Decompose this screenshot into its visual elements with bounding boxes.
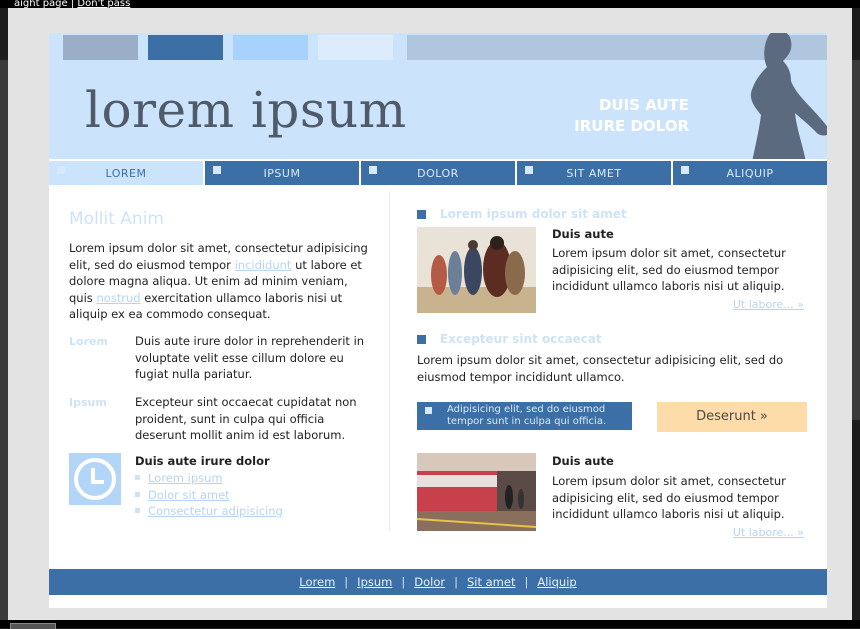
section-2-title: Excepteur sint occaecat	[440, 332, 602, 346]
color-swatch-2	[148, 35, 223, 60]
nav-item-ipsum[interactable]: IPSUM	[205, 161, 359, 185]
background-left	[0, 60, 8, 620]
color-swatch-1	[63, 35, 138, 60]
nav-item-sit-amet[interactable]: SIT AMET	[517, 161, 671, 185]
tagline-line-1: DUIS AUTE	[598, 96, 689, 114]
top-link[interactable]: Don't pass	[77, 0, 130, 8]
left-column-title: Mollit Anim	[69, 209, 164, 229]
article-1-text: Lorem ipsum dolor sit amet, consectetur …	[552, 246, 786, 293]
term-label-ipsum: Ipsum	[69, 396, 107, 409]
intro-link-nostrud[interactable]: nostrud	[96, 291, 140, 305]
site-logo[interactable]: lorem ipsum	[85, 85, 407, 135]
footer-separator: |	[344, 575, 349, 589]
section-1-title: Lorem ipsum dolor sit amet	[440, 207, 627, 221]
nav-label: DOLOR	[417, 167, 459, 180]
sub-link-dolor-sit-amet[interactable]: Dolor sit amet	[148, 488, 230, 502]
nav-bullet-icon	[525, 166, 533, 174]
heading-square-icon	[417, 335, 426, 344]
subway-train-photo	[417, 453, 536, 531]
info-box: Adipisicing elit, sed do eiusmod tempor …	[417, 402, 632, 430]
footer-separator: |	[401, 575, 406, 589]
bullet-icon	[135, 508, 140, 513]
term-text-ipsum: Excepteur sint occaecat cupidatat non pr…	[135, 395, 357, 442]
bottom-status-bar	[0, 620, 860, 629]
main-nav: LOREM IPSUM DOLOR SIT AMET ALIQUIP	[49, 161, 827, 185]
nav-item-dolor[interactable]: DOLOR	[361, 161, 515, 185]
info-box-square-icon	[425, 407, 432, 414]
sub-link-consectetur[interactable]: Consectetur adipisicing	[148, 504, 283, 518]
list-item: Dolor sit amet	[135, 487, 283, 504]
article-2-text: Lorem ipsum dolor sit amet, consectetur …	[552, 474, 786, 521]
article-1-title: Duis aute	[552, 227, 614, 241]
top-link-bar: aight page | Don't pass	[0, 0, 860, 8]
nav-bullet-icon	[57, 166, 65, 174]
footer-separator: |	[454, 575, 458, 589]
site-header: lorem ipsum DUIS AUTE IRURE DOLOR	[49, 33, 827, 159]
nav-label: LOREM	[105, 167, 147, 180]
article-2-title: Duis aute	[552, 454, 614, 468]
header-tagline: DUIS AUTE IRURE DOLOR	[549, 95, 689, 137]
list-item: Lorem ipsum	[135, 470, 283, 487]
bullet-icon	[135, 475, 140, 480]
people-walking-photo	[417, 227, 536, 313]
heading-square-icon	[417, 210, 426, 219]
sub-link-list: Lorem ipsum Dolor sit amet Consectetur a…	[135, 470, 283, 520]
intro-link-incididunt[interactable]: incididunt	[235, 258, 292, 272]
footer-link-ipsum[interactable]: Ipsum	[357, 575, 392, 589]
footer-link-sit-amet[interactable]: Sit amet	[467, 575, 516, 589]
top-link-prefix: aight page |	[14, 0, 75, 8]
footer-link-lorem[interactable]: Lorem	[299, 575, 335, 589]
column-divider	[389, 191, 390, 531]
woman-silhouette-image	[750, 33, 827, 159]
list-item: Consectetur adipisicing	[135, 503, 283, 520]
footer-link-dolor[interactable]: Dolor	[414, 575, 445, 589]
nav-item-aliquip[interactable]: ALIQUIP	[673, 161, 827, 185]
template-page: lorem ipsum DUIS AUTE IRURE DOLOR LOREM …	[49, 33, 827, 608]
deserunt-button[interactable]: Deserunt »	[657, 402, 807, 432]
article-2-more-link[interactable]: Ut labore... »	[679, 526, 804, 539]
tagline-line-2: IRURE DOLOR	[574, 117, 689, 135]
sub-link-lorem-ipsum[interactable]: Lorem ipsum	[148, 471, 223, 485]
color-swatch-4	[318, 35, 393, 60]
article-1-more-link[interactable]: Ut labore... »	[679, 298, 804, 311]
info-box-text: Adipisicing elit, sed do eiusmod tempor …	[447, 404, 607, 427]
intro-paragraph: Lorem ipsum dolor sit amet, consectetur …	[69, 240, 369, 323]
nav-bullet-icon	[213, 166, 221, 174]
site-footer: Lorem | Ipsum | Dolor | Sit amet | Aliquip	[49, 569, 827, 595]
nav-bullet-icon	[681, 166, 689, 174]
right-section-2-heading: Excepteur sint occaecat	[417, 332, 602, 346]
nav-label: SIT AMET	[566, 167, 622, 180]
footer-link-aliquip[interactable]: Aliquip	[537, 575, 576, 589]
color-swatch-3	[233, 35, 308, 60]
term-text-lorem: Duis aute irure dolor in reprehenderit i…	[135, 334, 365, 381]
nav-label: IPSUM	[263, 167, 301, 180]
bullet-icon	[135, 491, 140, 497]
nav-label: ALIQUIP	[726, 167, 774, 180]
right-section-1-heading: Lorem ipsum dolor sit amet	[417, 207, 627, 221]
term-label-lorem: Lorem	[69, 335, 108, 348]
sub-section-title: Duis aute irure dolor	[135, 454, 270, 468]
nav-bullet-icon	[369, 166, 377, 174]
bottom-tab-handle[interactable]	[10, 623, 56, 629]
clock-icon	[69, 453, 121, 505]
background-right	[852, 60, 860, 420]
footer-separator: |	[524, 575, 529, 589]
preview-frame: lorem ipsum DUIS AUTE IRURE DOLOR LOREM …	[8, 8, 852, 620]
section-2-text: Lorem ipsum dolor sit amet, consectetur …	[417, 353, 784, 384]
nav-item-lorem[interactable]: LOREM	[49, 161, 203, 185]
